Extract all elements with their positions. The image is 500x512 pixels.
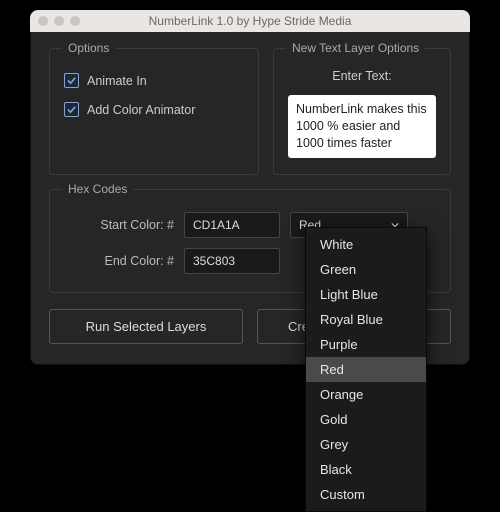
checkmark-icon: [67, 76, 76, 85]
end-color-label: End Color: #: [64, 254, 174, 268]
dropdown-item-black[interactable]: Black: [306, 457, 426, 482]
enter-text-textarea[interactable]: NumberLink makes this 1000 % easier and …: [288, 95, 436, 158]
window-title: NumberLink 1.0 by Hype Stride Media: [30, 14, 470, 28]
dropdown-item-light-blue[interactable]: Light Blue: [306, 282, 426, 307]
add-color-animator-label: Add Color Animator: [87, 103, 195, 117]
animate-in-checkbox[interactable]: Animate In: [64, 73, 244, 88]
checkmark-icon: [67, 105, 76, 114]
start-color-input[interactable]: CD1A1A: [184, 212, 280, 238]
enter-text-label: Enter Text:: [288, 69, 436, 83]
add-color-animator-checkbox[interactable]: Add Color Animator: [64, 102, 244, 117]
dropdown-item-custom[interactable]: Custom: [306, 482, 426, 507]
dropdown-item-green[interactable]: Green: [306, 257, 426, 282]
checkbox-box: [64, 102, 79, 117]
dropdown-item-orange[interactable]: Orange: [306, 382, 426, 407]
color-preset-dropdown[interactable]: WhiteGreenLight BlueRoyal BluePurpleRedO…: [305, 227, 427, 512]
hex-codes-legend: Hex Codes: [62, 182, 133, 196]
start-color-label: Start Color: #: [64, 218, 174, 232]
checkbox-box: [64, 73, 79, 88]
dropdown-item-royal-blue[interactable]: Royal Blue: [306, 307, 426, 332]
run-selected-layers-button[interactable]: Run Selected Layers: [49, 309, 243, 344]
dropdown-item-grey[interactable]: Grey: [306, 432, 426, 457]
titlebar[interactable]: NumberLink 1.0 by Hype Stride Media: [30, 10, 470, 32]
end-color-input[interactable]: 35C803: [184, 248, 280, 274]
dropdown-item-white[interactable]: White: [306, 232, 426, 257]
options-fieldset: Options Animate In Add Color Animator: [49, 48, 259, 175]
new-text-layer-fieldset: New Text Layer Options Enter Text: Numbe…: [273, 48, 451, 175]
animate-in-label: Animate In: [87, 74, 147, 88]
options-legend: Options: [62, 41, 115, 55]
dropdown-item-gold[interactable]: Gold: [306, 407, 426, 432]
new-text-layer-legend: New Text Layer Options: [286, 41, 425, 55]
dropdown-item-red[interactable]: Red: [306, 357, 426, 382]
dropdown-item-purple[interactable]: Purple: [306, 332, 426, 357]
